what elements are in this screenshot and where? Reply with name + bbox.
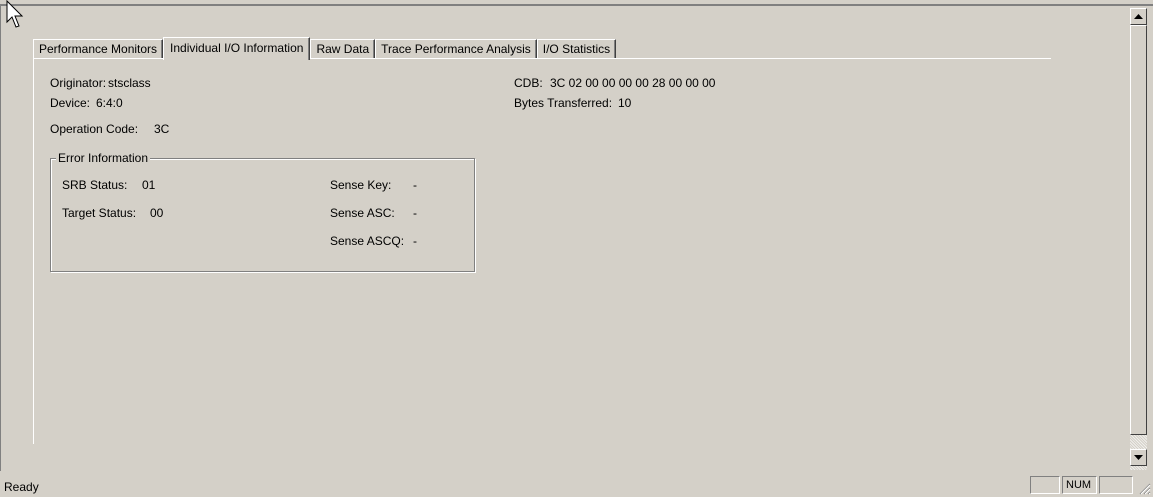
error-information-title: Error Information	[56, 151, 151, 165]
target-status-label: Target Status:	[62, 206, 137, 220]
tab-raw-data[interactable]: Raw Data	[310, 39, 376, 59]
device-label: Device:	[50, 96, 91, 110]
tab-performance-monitors[interactable]: Performance Monitors	[33, 39, 164, 59]
scroll-down-button[interactable]	[1130, 449, 1147, 466]
sense-key-value: -	[413, 178, 417, 192]
operation-code-label: Operation Code:	[50, 122, 139, 136]
status-pane-caps	[1030, 476, 1060, 494]
scroll-up-arrow-icon	[1134, 13, 1143, 19]
sense-asc-value: -	[413, 206, 417, 220]
mouse-cursor-icon	[6, 0, 24, 28]
operation-code-value: 3C	[154, 122, 170, 136]
cdb-label: CDB:	[514, 76, 543, 90]
cdb-value: 3C 02 00 00 00 00 28 00 00 00	[550, 76, 716, 90]
bytes-transferred-label: Bytes Transferred:	[514, 96, 613, 110]
sense-key-label: Sense Key:	[330, 178, 392, 192]
originator-label: Originator:	[50, 76, 107, 90]
scroll-up-button[interactable]	[1130, 8, 1147, 25]
originator-value: stsclass	[108, 76, 151, 90]
scroll-thumb[interactable]	[1130, 25, 1147, 435]
status-pane-scroll	[1099, 476, 1133, 494]
tab-individual-io-information[interactable]: Individual I/O Information	[163, 37, 311, 60]
status-text: Ready	[4, 480, 39, 494]
target-status-value: 00	[150, 206, 164, 220]
tab-strip: Performance Monitors Individual I/O Info…	[33, 36, 617, 60]
sense-asc-label: Sense ASC:	[330, 206, 395, 220]
sense-ascq-value: -	[413, 234, 417, 248]
scroll-down-arrow-icon	[1134, 454, 1143, 460]
bytes-transferred-value: 10	[618, 96, 632, 110]
sense-ascq-label: Sense ASCQ:	[330, 234, 405, 248]
tab-io-statistics[interactable]: I/O Statistics	[536, 39, 617, 59]
srb-status-label: SRB Status:	[62, 178, 128, 192]
srb-status-value: 01	[142, 178, 156, 192]
status-bar: Ready NUM	[0, 472, 1153, 497]
tab-trace-performance-analysis[interactable]: Trace Performance Analysis	[375, 39, 537, 59]
vertical-scrollbar[interactable]	[1130, 8, 1147, 470]
status-pane-num: NUM	[1062, 476, 1097, 494]
device-value: 6:4:0	[96, 96, 123, 110]
resize-grip-icon[interactable]	[1139, 483, 1151, 495]
